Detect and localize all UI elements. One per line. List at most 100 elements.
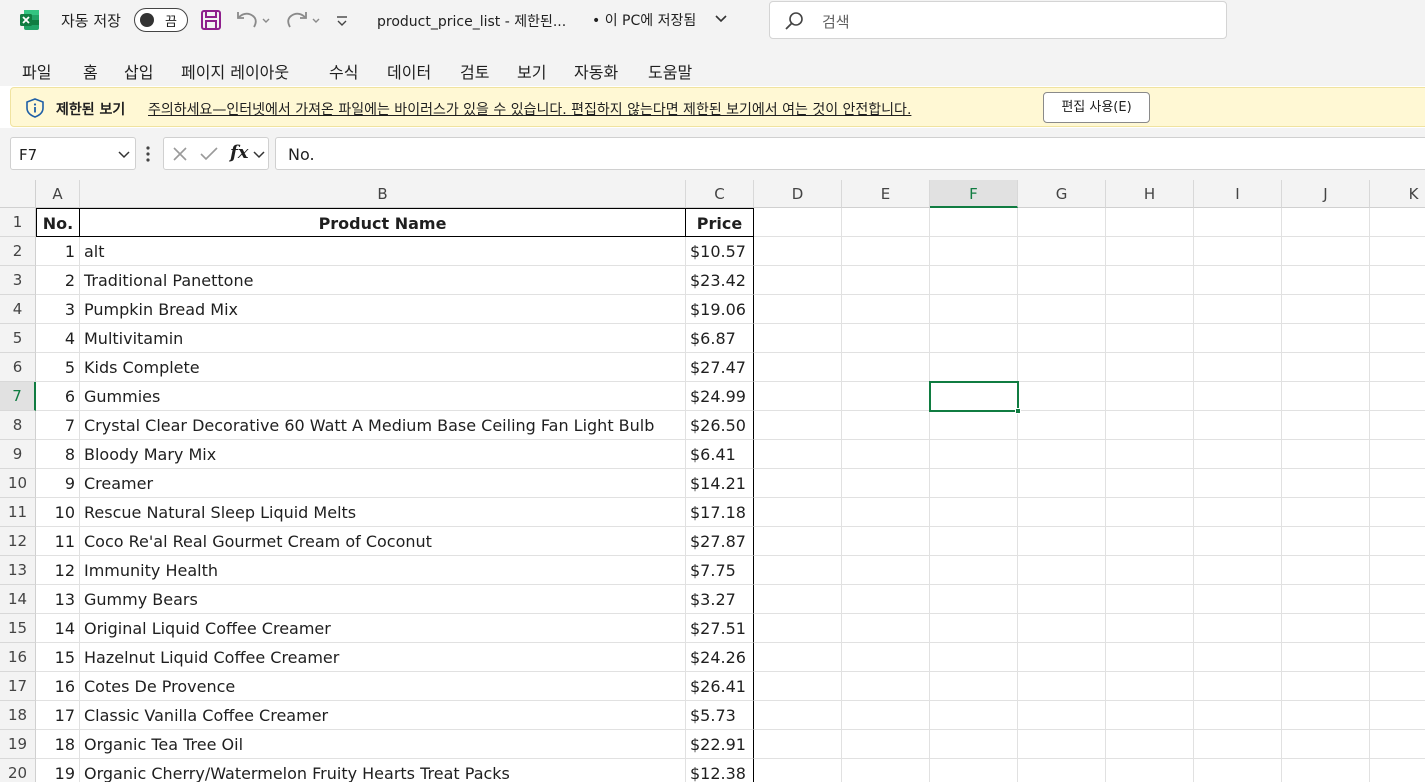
empty-cell[interactable] xyxy=(1106,237,1194,266)
row-header-15[interactable]: 15 xyxy=(0,614,36,643)
empty-cell[interactable] xyxy=(1018,527,1106,556)
name-box[interactable]: F7 xyxy=(10,137,136,170)
product-name-cell[interactable]: Rescue Natural Sleep Liquid Melts xyxy=(80,498,686,527)
price-cell[interactable]: $24.99 xyxy=(686,382,754,411)
empty-cell[interactable] xyxy=(842,759,930,782)
empty-cell[interactable] xyxy=(930,295,1018,324)
empty-cell[interactable] xyxy=(1018,643,1106,672)
empty-cell[interactable] xyxy=(754,585,842,614)
empty-cell[interactable] xyxy=(1194,295,1282,324)
empty-cell[interactable] xyxy=(930,730,1018,759)
tab-view[interactable]: 보기 xyxy=(517,59,546,83)
empty-cell[interactable] xyxy=(842,643,930,672)
empty-cell[interactable] xyxy=(754,469,842,498)
empty-cell[interactable] xyxy=(930,324,1018,353)
empty-cell[interactable] xyxy=(1282,527,1370,556)
no-cell[interactable]: 4 xyxy=(36,324,80,353)
fill-handle[interactable] xyxy=(1015,408,1021,414)
product-name-cell[interactable]: Immunity Health xyxy=(80,556,686,585)
empty-cell[interactable] xyxy=(1018,585,1106,614)
column-header-d[interactable]: D xyxy=(754,180,842,208)
empty-cell[interactable] xyxy=(754,498,842,527)
empty-cell[interactable] xyxy=(1370,498,1425,527)
empty-cell[interactable] xyxy=(1370,382,1425,411)
row-header-8[interactable]: 8 xyxy=(0,411,36,440)
empty-cell[interactable] xyxy=(1106,614,1194,643)
empty-cell[interactable] xyxy=(754,614,842,643)
column-header-a[interactable]: A xyxy=(36,180,80,208)
no-cell[interactable]: 11 xyxy=(36,527,80,556)
empty-cell[interactable] xyxy=(1106,527,1194,556)
row-header-3[interactable]: 3 xyxy=(0,266,36,295)
empty-cell[interactable] xyxy=(842,266,930,295)
empty-cell[interactable] xyxy=(930,237,1018,266)
empty-cell[interactable] xyxy=(1370,701,1425,730)
customize-quick-access-icon[interactable] xyxy=(334,10,350,30)
empty-cell[interactable] xyxy=(930,440,1018,469)
empty-cell[interactable] xyxy=(1370,266,1425,295)
empty-cell[interactable] xyxy=(842,469,930,498)
product-name-cell[interactable]: Organic Cherry/Watermelon Fruity Hearts … xyxy=(80,759,686,782)
row-header-17[interactable]: 17 xyxy=(0,672,36,701)
empty-cell[interactable] xyxy=(754,759,842,782)
tab-page-layout[interactable]: 페이지 레이아웃 xyxy=(181,59,289,83)
empty-cell[interactable] xyxy=(754,353,842,382)
empty-cell[interactable] xyxy=(842,295,930,324)
no-cell[interactable]: 16 xyxy=(36,672,80,701)
tab-data[interactable]: 데이터 xyxy=(387,59,431,83)
row-header-7[interactable]: 7 xyxy=(0,382,36,411)
empty-cell[interactable] xyxy=(930,556,1018,585)
empty-cell[interactable] xyxy=(842,324,930,353)
no-cell[interactable]: 12 xyxy=(36,556,80,585)
empty-cell[interactable] xyxy=(1194,614,1282,643)
empty-cell[interactable] xyxy=(1370,295,1425,324)
empty-cell[interactable] xyxy=(754,382,842,411)
empty-cell[interactable] xyxy=(754,556,842,585)
enable-editing-button[interactable]: 편집 사용(E) xyxy=(1043,92,1150,123)
price-cell[interactable]: $27.47 xyxy=(686,353,754,382)
empty-cell[interactable] xyxy=(1282,672,1370,701)
chevron-down-icon[interactable] xyxy=(714,14,728,24)
empty-cell[interactable] xyxy=(1106,382,1194,411)
empty-cell[interactable] xyxy=(1194,498,1282,527)
product-name-cell[interactable]: Gummies xyxy=(80,382,686,411)
empty-cell[interactable] xyxy=(930,672,1018,701)
empty-cell[interactable] xyxy=(1106,672,1194,701)
empty-cell[interactable] xyxy=(1194,672,1282,701)
empty-cell[interactable] xyxy=(1370,730,1425,759)
row-header-9[interactable]: 9 xyxy=(0,440,36,469)
price-cell[interactable]: $6.41 xyxy=(686,440,754,469)
empty-cell[interactable] xyxy=(842,730,930,759)
empty-cell[interactable] xyxy=(1370,353,1425,382)
empty-cell[interactable] xyxy=(1370,527,1425,556)
empty-cell[interactable] xyxy=(1106,440,1194,469)
empty-cell[interactable] xyxy=(754,411,842,440)
empty-cell[interactable] xyxy=(930,411,1018,440)
protected-view-message[interactable]: 주의하세요—인터넷에서 가져온 파일에는 바이러스가 있을 수 있습니다. 편집… xyxy=(148,99,911,119)
empty-cell[interactable] xyxy=(930,266,1018,295)
row-header-11[interactable]: 11 xyxy=(0,498,36,527)
empty-cell[interactable] xyxy=(754,527,842,556)
tab-insert[interactable]: 삽입 xyxy=(124,59,153,83)
price-cell[interactable]: $5.73 xyxy=(686,701,754,730)
empty-cell[interactable] xyxy=(1194,266,1282,295)
empty-cell[interactable] xyxy=(1106,643,1194,672)
no-cell[interactable]: 8 xyxy=(36,440,80,469)
empty-cell[interactable] xyxy=(1194,730,1282,759)
no-cell[interactable]: 3 xyxy=(36,295,80,324)
empty-cell[interactable] xyxy=(1018,440,1106,469)
empty-cell[interactable] xyxy=(1282,266,1370,295)
empty-cell[interactable] xyxy=(1018,614,1106,643)
column-header-i[interactable]: I xyxy=(1194,180,1282,208)
column-header-j[interactable]: J xyxy=(1282,180,1370,208)
empty-cell[interactable] xyxy=(1106,730,1194,759)
tab-home[interactable]: 홈 xyxy=(83,59,98,83)
tab-formulas[interactable]: 수식 xyxy=(329,59,358,83)
check-icon[interactable] xyxy=(199,146,219,162)
empty-cell[interactable] xyxy=(1282,382,1370,411)
empty-cell[interactable] xyxy=(930,614,1018,643)
no-cell[interactable]: 6 xyxy=(36,382,80,411)
no-cell[interactable]: 9 xyxy=(36,469,80,498)
no-cell[interactable]: 1 xyxy=(36,237,80,266)
empty-cell[interactable] xyxy=(930,527,1018,556)
